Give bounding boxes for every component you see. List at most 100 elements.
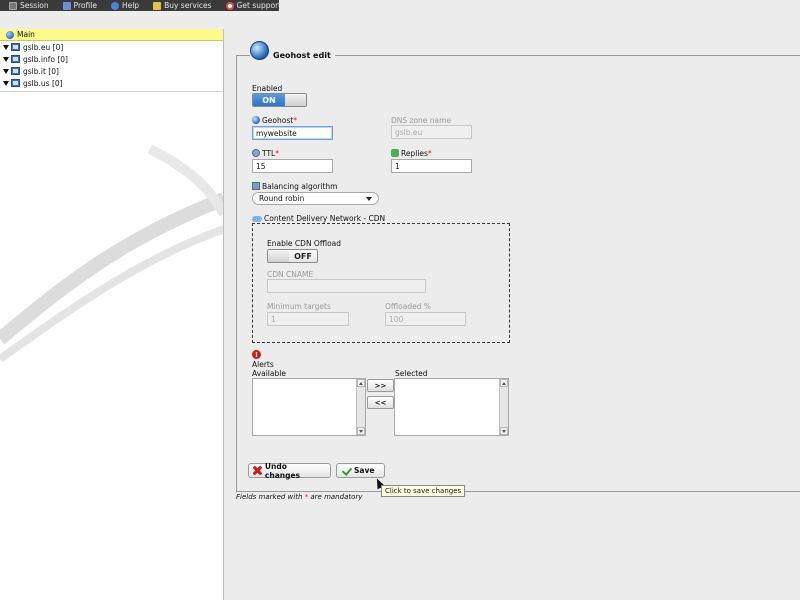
red-x-icon [253,466,262,475]
ttl-label-group: TTL* [252,149,279,158]
menu-get-support[interactable]: Get support [217,0,287,11]
dns-zone-input [391,125,472,139]
checkmark-icon [341,466,351,475]
selected-alerts-list[interactable] [394,378,509,436]
globe-icon [6,30,14,39]
offloaded-input [385,312,466,326]
zone-icon [11,67,20,75]
alert-icon: ! [252,350,261,359]
mandatory-prefix: Fields marked with [236,493,303,501]
min-targets-input [267,312,349,326]
cdn-legend: Content Delivery Network - CDN [264,214,386,223]
enabled-label: Enabled [252,84,283,93]
clock-icon [252,149,260,157]
available-label: Available [252,369,286,378]
menu-profile-label: Profile [73,1,97,10]
scroll-down-arrow-icon[interactable] [357,427,365,435]
menu-buy-services[interactable]: Buy services [144,0,217,11]
fieldset-legend: Geohost edit [250,41,335,60]
save-label: Save [354,466,375,475]
tree-item-label: gslb.us [0] [23,78,63,88]
header-strip [0,11,800,29]
toggle-on-state: ON [253,94,285,106]
cdn-cname-label: CDN CNAME [267,270,314,279]
menu-profile[interactable]: Profile [54,0,102,11]
tree-root-main[interactable]: Main [0,29,223,41]
alerts-label: Alerts [252,360,274,369]
required-mark: * [275,149,279,158]
pencil-icon [153,1,162,10]
menu-session-label: Session [20,1,49,10]
undo-changes-button[interactable]: Undo changes [248,462,331,480]
move-left-button[interactable]: << [367,396,394,409]
tree-root-label: Main [17,30,35,39]
menu-buy-services-label: Buy services [164,1,212,10]
replies-label: Replies [401,149,428,158]
scrollbar[interactable] [499,379,508,435]
balancing-algorithm-select[interactable]: Round robin [252,192,379,205]
save-button[interactable]: Save [336,463,385,478]
scroll-up-arrow-icon[interactable] [357,379,365,387]
expand-arrow-icon[interactable] [3,56,9,62]
tree-item-zone[interactable]: gslb.us [0] [0,77,223,89]
offloaded-label: Offloaded % [385,302,431,311]
min-targets-label: Minimum targets [267,302,331,311]
mandatory-suffix: are mandatory [310,493,363,501]
required-mark: * [293,116,297,125]
menu-get-support-label: Get support [236,1,282,10]
expand-arrow-icon[interactable] [3,80,9,86]
geohost-label: Geohost [262,116,294,125]
expand-arrow-icon[interactable] [3,68,9,74]
zone-icon [11,79,20,87]
zone-icon [11,55,20,63]
form-title: Geohost edit [273,51,331,60]
ttl-label: TTL [262,149,276,158]
required-mark: * [427,149,432,158]
menu-help-label: Help [121,1,140,10]
scrollbar[interactable] [356,379,365,435]
expand-arrow-icon[interactable] [3,44,9,50]
top-menu-bar: Session Profile Help Buy services Get su… [0,0,281,11]
balancing-selected-value: Round robin [259,194,305,203]
replies-input[interactable] [391,159,472,173]
scroll-down-arrow-icon[interactable] [500,427,508,435]
cdn-cname-input [267,279,426,293]
enabled-toggle[interactable]: ON [252,93,307,107]
tree-item-zone[interactable]: gslb.info [0] [0,53,223,65]
reply-arrow-icon [391,149,399,157]
toggle-off-state: OFF [289,250,317,262]
background-swoosh [0,144,223,363]
tree-item-label: gslb.it [0] [23,66,59,76]
available-alerts-list[interactable] [252,378,366,436]
lifebuoy-icon [225,1,234,10]
menu-session[interactable]: Session [0,0,54,11]
tree-item-zone[interactable]: gslb.it [0] [0,65,223,77]
replies-label-group: Replies* [391,149,432,158]
globe-icon [252,116,260,124]
tree-item-label: gslb.info [0] [23,54,68,64]
chevron-down-icon [366,196,372,201]
dns-zone-label: DNS zone name [391,116,452,125]
toggle-knob [268,250,289,262]
geohost-label-group: Geohost* [252,116,297,125]
users-icon [62,1,71,10]
save-tooltip: Click to save changes [381,485,466,497]
help-icon [110,1,119,10]
zone-icon [11,43,20,51]
zone-tree-panel: Main gslb.eu [0] gslb.info [0] gslb.it [… [0,29,224,600]
selected-label: Selected [395,369,428,378]
cdn-offload-toggle[interactable]: OFF [267,249,318,263]
network-icon [252,182,260,190]
geohost-input[interactable] [252,126,333,140]
tree-item-zone[interactable]: gslb.eu [0] [0,41,223,53]
move-right-button[interactable]: >> [367,379,394,392]
required-mark: * [304,493,309,501]
scroll-up-arrow-icon[interactable] [500,379,508,387]
cloud-icon [252,216,262,222]
toggle-knob [285,94,306,106]
menu-help[interactable]: Help [102,0,144,11]
tree-item-label: gslb.eu [0] [23,42,64,52]
mandatory-fields-note: Fields marked with * are mandatory [236,493,362,501]
ttl-input[interactable] [252,159,333,173]
cdn-offload-label: Enable CDN Offload [267,239,342,248]
